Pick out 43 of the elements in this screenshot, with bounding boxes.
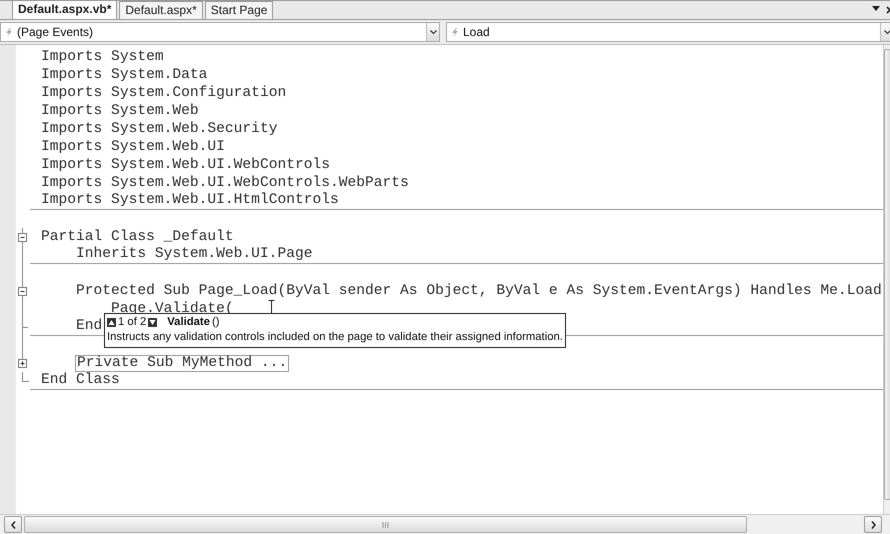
scroll-right-button[interactable] xyxy=(864,516,882,533)
code-line: Inherits System.Web.UI.Page xyxy=(75,246,314,263)
chevron-down-icon xyxy=(884,30,890,34)
code-line: Imports System.Web.UI.HtmlControls xyxy=(40,192,340,209)
code-line: Protected Sub Page_Load(ByVal sender As Object, ByVal e As System.EventArgs) Handles Me.Load xyxy=(75,282,883,300)
code-line: End xyxy=(75,318,104,335)
chevron-down-icon xyxy=(430,30,436,34)
vertical-scrollbar[interactable] xyxy=(882,45,890,514)
lightning-icon xyxy=(5,28,13,36)
collapsed-code-block[interactable]: Private Sub MyMethod ... xyxy=(75,354,290,372)
method-parameters: () xyxy=(212,315,220,330)
chevron-right-icon xyxy=(870,520,876,528)
file-tab[interactable]: Default.aspx* xyxy=(119,1,203,19)
code-line: End Class xyxy=(40,372,121,389)
code-line: Partial Class _Default xyxy=(40,228,235,246)
chevron-left-icon xyxy=(10,520,16,528)
method-name: Validate xyxy=(167,315,210,330)
horizontal-scroll-thumb[interactable] xyxy=(24,516,747,533)
grip-icon xyxy=(382,522,389,528)
down-arrow-icon xyxy=(148,318,158,327)
code-line: Imports System.Web xyxy=(40,102,200,120)
lightning-icon xyxy=(451,28,459,36)
event-dropdown[interactable]: Load xyxy=(446,22,890,42)
overload-counter: 1 of 2 xyxy=(118,315,146,330)
event-name: Load xyxy=(463,25,490,39)
dropdown-icon xyxy=(872,6,880,12)
method-description: Instructs any validation controls included on the page to validate their assigned information. xyxy=(107,330,563,345)
code-line: Imports System.Data xyxy=(40,66,208,84)
collapse-icon[interactable] xyxy=(16,282,30,300)
code-line: Page.Validate( xyxy=(110,300,235,316)
file-tab[interactable]: Default.aspx.vb* xyxy=(12,0,118,19)
scroll-left-button[interactable] xyxy=(4,516,22,533)
code-line: Imports System.Web.UI xyxy=(40,138,226,156)
object-name: (Page Events) xyxy=(17,25,94,39)
up-arrow-icon xyxy=(107,318,116,327)
file-tab[interactable]: Start Page xyxy=(204,1,274,19)
object-dropdown[interactable]: (Page Events) xyxy=(0,22,440,42)
code-line: Imports System.Web.UI.WebControls xyxy=(40,156,332,174)
code-line: Imports System xyxy=(40,48,165,66)
code-line: Imports System.Configuration xyxy=(40,84,288,102)
code-line: Imports System.Web.Security xyxy=(40,120,278,138)
collapse-icon[interactable] xyxy=(16,228,30,246)
code-line: Imports System.Web.UI.WebControls.WebParts xyxy=(40,174,410,192)
